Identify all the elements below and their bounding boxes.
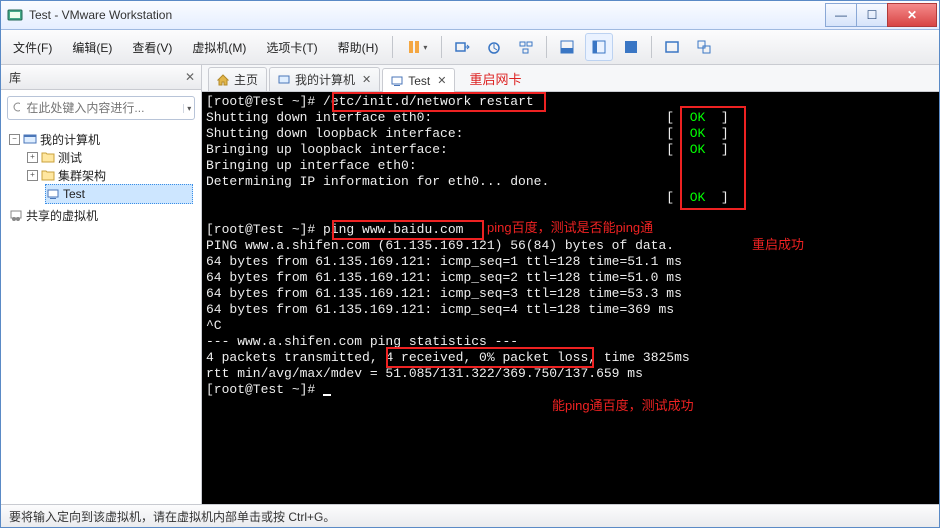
menu-vm[interactable]: 虚拟机(M): [184, 35, 254, 60]
app-icon: [7, 7, 23, 23]
window-maximize-button[interactable]: ☐: [856, 3, 888, 27]
menu-help[interactable]: 帮助(H): [330, 35, 387, 60]
monitor-icon: [278, 74, 290, 86]
tab-close-icon[interactable]: ✕: [362, 73, 371, 86]
tree-folder-test-cn[interactable]: +测试: [27, 148, 193, 166]
annotation-restart-success: 重启成功: [752, 234, 804, 253]
window-title: Test - VMware Workstation: [29, 8, 172, 22]
menu-tabs[interactable]: 选项卡(T): [258, 35, 325, 60]
toolbar-fullscreen-button[interactable]: [658, 33, 686, 61]
library-header: 库 ✕: [1, 65, 201, 90]
annot-box-ok-column: [680, 106, 746, 210]
annot-box-ping-cmd: [332, 220, 484, 240]
sidebar: 库 ✕ ▾ −我的计算机 +测试 +集群架构 Test 共享的虚拟机: [1, 65, 202, 504]
home-icon: [217, 74, 229, 86]
library-tree: −我的计算机 +测试 +集群架构 Test 共享的虚拟机: [1, 126, 201, 228]
statusbar: 要将输入定向到该虚拟机，请在虚拟机内部单击或按 Ctrl+G。: [1, 504, 939, 527]
toolbar-unity-button[interactable]: [690, 33, 718, 61]
annotation-ping-ok: 能ping通百度，测试成功: [552, 395, 694, 414]
annot-box-restart-cmd: [332, 92, 546, 112]
search-icon: [12, 101, 20, 115]
annotation-restart-nic: 重启网卡: [469, 69, 521, 88]
toolbar-send-button[interactable]: [448, 33, 476, 61]
toolbar-snapshot-button[interactable]: [480, 33, 508, 61]
status-text: 要将输入定向到该虚拟机，请在虚拟机内部单击或按 Ctrl+G。: [9, 508, 335, 525]
tree-shared-vms[interactable]: 共享的虚拟机: [9, 206, 193, 224]
toolbar-sidepanel-button[interactable]: [585, 33, 613, 61]
toolbar-quickswitch-button[interactable]: [617, 33, 645, 61]
search-dropdown[interactable]: ▾: [183, 104, 194, 113]
library-title: 库: [9, 69, 21, 86]
window-minimize-button[interactable]: —: [825, 3, 857, 27]
titlebar: Test - VMware Workstation — ☐ ✕: [1, 1, 939, 30]
terminal[interactable]: [root@Test ~]# /etc/init.d/network resta…: [202, 92, 939, 504]
toolbar-pause-button[interactable]: [399, 33, 435, 61]
toolbar-thumbstrip-button[interactable]: [553, 33, 581, 61]
search-input[interactable]: [24, 100, 183, 116]
tab-test[interactable]: Test✕: [382, 68, 455, 92]
tab-close-icon[interactable]: ✕: [437, 74, 446, 87]
menubar: 文件(F) 编辑(E) 查看(V) 虚拟机(M) 选项卡(T) 帮助(H): [1, 30, 939, 65]
annot-box-ping-stats: [386, 347, 594, 368]
tabstrip: 主页 我的计算机✕ Test✕ 重启网卡: [202, 65, 939, 92]
window-close-button[interactable]: ✕: [887, 3, 937, 27]
tab-home[interactable]: 主页: [208, 67, 267, 91]
vm-icon: [391, 75, 403, 87]
tree-folder-cluster[interactable]: +集群架构: [27, 166, 193, 184]
menu-edit[interactable]: 编辑(E): [64, 35, 120, 60]
toolbar-manage-snapshot-button[interactable]: [512, 33, 540, 61]
tab-mycomputer[interactable]: 我的计算机✕: [269, 67, 380, 91]
library-search: ▾: [7, 96, 195, 120]
tree-root-mycomputer[interactable]: −我的计算机: [9, 130, 193, 148]
menu-file[interactable]: 文件(F): [5, 35, 60, 60]
annotation-ping-baidu: ping百度，测试是否能ping通: [487, 217, 653, 236]
library-close-button[interactable]: ✕: [185, 70, 195, 84]
menu-view[interactable]: 查看(V): [124, 35, 180, 60]
tree-vm-test[interactable]: Test: [45, 184, 193, 204]
